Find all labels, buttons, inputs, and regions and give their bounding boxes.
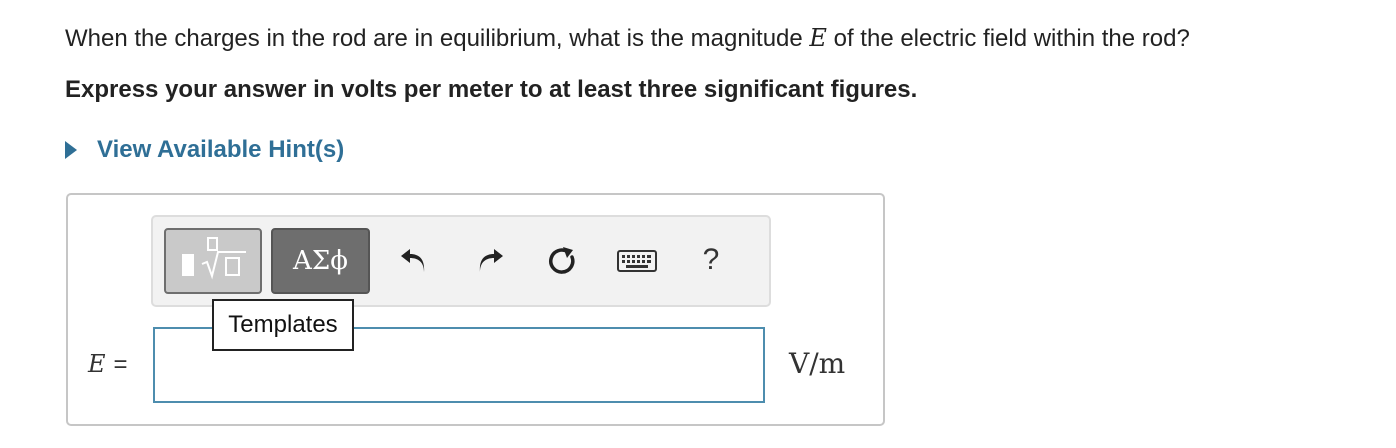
reset-icon xyxy=(549,247,575,274)
templates-button[interactable] xyxy=(164,228,262,294)
expand-triangle-icon xyxy=(65,141,77,159)
view-hints-label: View Available Hint(s) xyxy=(97,136,345,163)
redo-button[interactable] xyxy=(473,244,507,278)
templates-tooltip: Templates xyxy=(212,299,354,351)
answer-instruction: Express your answer in volts per meter t… xyxy=(65,76,918,103)
question-text-after: of the electric field within the rod? xyxy=(826,25,1190,52)
templates-icon xyxy=(182,237,246,280)
undo-button[interactable] xyxy=(397,244,431,278)
keyboard-icon xyxy=(617,250,657,272)
answer-units: V/m xyxy=(789,347,846,380)
equals-sign: = xyxy=(113,351,128,378)
question-text-before: When the charges in the rod are in equil… xyxy=(65,25,810,52)
redo-icon xyxy=(479,249,503,272)
question-variable: E xyxy=(809,24,827,52)
question-text: When the charges in the rod are in equil… xyxy=(65,24,1190,53)
reset-button[interactable] xyxy=(545,244,579,278)
keyboard-button[interactable] xyxy=(617,244,657,278)
help-button[interactable]: ? xyxy=(697,240,725,280)
undo-icon xyxy=(401,249,425,272)
view-hints-link[interactable]: View Available Hint(s) xyxy=(65,136,344,164)
answer-variable: E xyxy=(88,350,106,378)
answer-label: E = xyxy=(88,347,128,379)
symbols-button[interactable]: ΑΣϕ xyxy=(271,228,370,294)
